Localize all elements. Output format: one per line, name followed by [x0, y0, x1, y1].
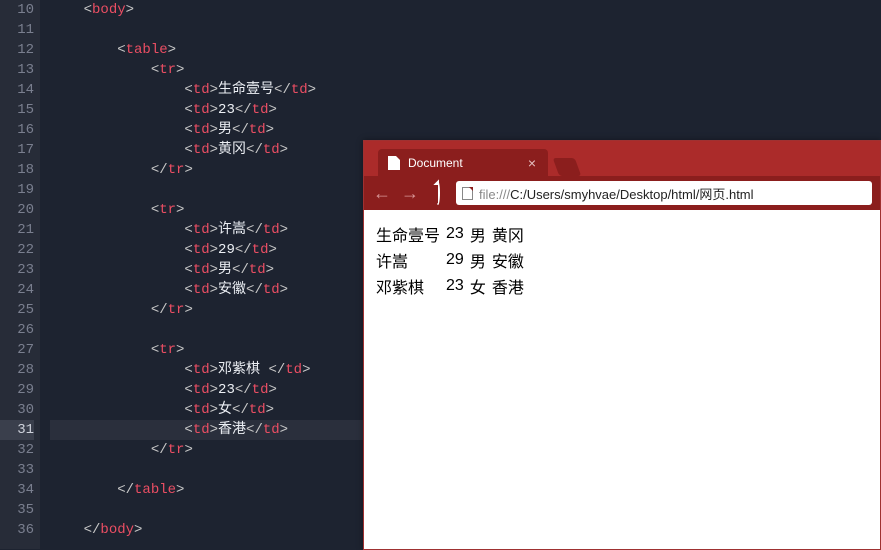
table-cell: 黄冈	[490, 222, 526, 246]
browser-toolbar: ← → file:///C:/Users/smyhvae/Desktop/htm…	[364, 176, 880, 210]
browser-tab[interactable]: Document ×	[378, 149, 548, 176]
url-path: C:/Users/smyhvae/Desktop/html/网页.html	[510, 187, 753, 202]
line-number: 30	[0, 400, 34, 420]
back-button[interactable]: ←	[372, 183, 392, 204]
table-cell: 香港	[490, 274, 526, 298]
browser-window: Document × ← → file:///C:/Users/smyhvae/…	[363, 140, 881, 550]
line-number: 35	[0, 500, 34, 520]
line-number: 10	[0, 0, 34, 20]
table-cell: 生命壹号	[374, 222, 442, 246]
line-number: 17	[0, 140, 34, 160]
code-line	[50, 20, 881, 40]
line-number: 21	[0, 220, 34, 240]
browser-tab-strip-area: Document ×	[364, 141, 880, 176]
document-icon	[388, 156, 400, 170]
line-number: 15	[0, 100, 34, 120]
table-cell: 安徽	[490, 248, 526, 272]
line-number: 12	[0, 40, 34, 60]
line-number: 25	[0, 300, 34, 320]
table-cell: 邓紫棋	[374, 274, 442, 298]
line-number: 31	[0, 420, 34, 440]
line-number: 24	[0, 280, 34, 300]
table-cell: 男	[468, 248, 488, 272]
code-line: <body>	[50, 0, 881, 20]
table-cell: 29	[444, 248, 466, 272]
code-line: <table>	[50, 40, 881, 60]
line-number: 33	[0, 460, 34, 480]
line-number: 34	[0, 480, 34, 500]
browser-viewport: 生命壹号23男黄冈许嵩29男安徽邓紫棋23女香港	[364, 210, 880, 549]
line-number: 18	[0, 160, 34, 180]
code-line: <td>男</td>	[50, 120, 881, 140]
line-number: 28	[0, 360, 34, 380]
close-icon[interactable]: ×	[526, 155, 538, 171]
table-row: 许嵩29男安徽	[374, 248, 526, 272]
table-row: 邓紫棋23女香港	[374, 274, 526, 298]
code-line: <td>生命壹号</td>	[50, 80, 881, 100]
reload-button[interactable]	[428, 183, 448, 204]
tab-title: Document	[408, 156, 463, 170]
line-number: 23	[0, 260, 34, 280]
line-number: 36	[0, 520, 34, 540]
address-bar[interactable]: file:///C:/Users/smyhvae/Desktop/html/网页…	[456, 181, 872, 205]
code-line: <tr>	[50, 60, 881, 80]
line-number-gutter: 1011121314151617181920212223242526272829…	[0, 0, 40, 549]
line-number: 20	[0, 200, 34, 220]
new-tab-button[interactable]	[553, 158, 582, 176]
table-cell: 23	[444, 222, 466, 246]
table-cell: 许嵩	[374, 248, 442, 272]
table-cell: 男	[468, 222, 488, 246]
reload-icon	[436, 181, 440, 205]
forward-button[interactable]: →	[400, 183, 420, 204]
line-number: 29	[0, 380, 34, 400]
table-row: 生命壹号23男黄冈	[374, 222, 526, 246]
rendered-table: 生命壹号23男黄冈许嵩29男安徽邓紫棋23女香港	[372, 220, 528, 300]
line-number: 27	[0, 340, 34, 360]
line-number: 32	[0, 440, 34, 460]
line-number: 19	[0, 180, 34, 200]
line-number: 11	[0, 20, 34, 40]
line-number: 22	[0, 240, 34, 260]
line-number: 26	[0, 320, 34, 340]
file-icon	[462, 187, 473, 200]
line-number: 14	[0, 80, 34, 100]
url-scheme: file:///	[479, 187, 510, 202]
line-number: 13	[0, 60, 34, 80]
table-cell: 23	[444, 274, 466, 298]
table-cell: 女	[468, 274, 488, 298]
line-number: 16	[0, 120, 34, 140]
code-line: <td>23</td>	[50, 100, 881, 120]
